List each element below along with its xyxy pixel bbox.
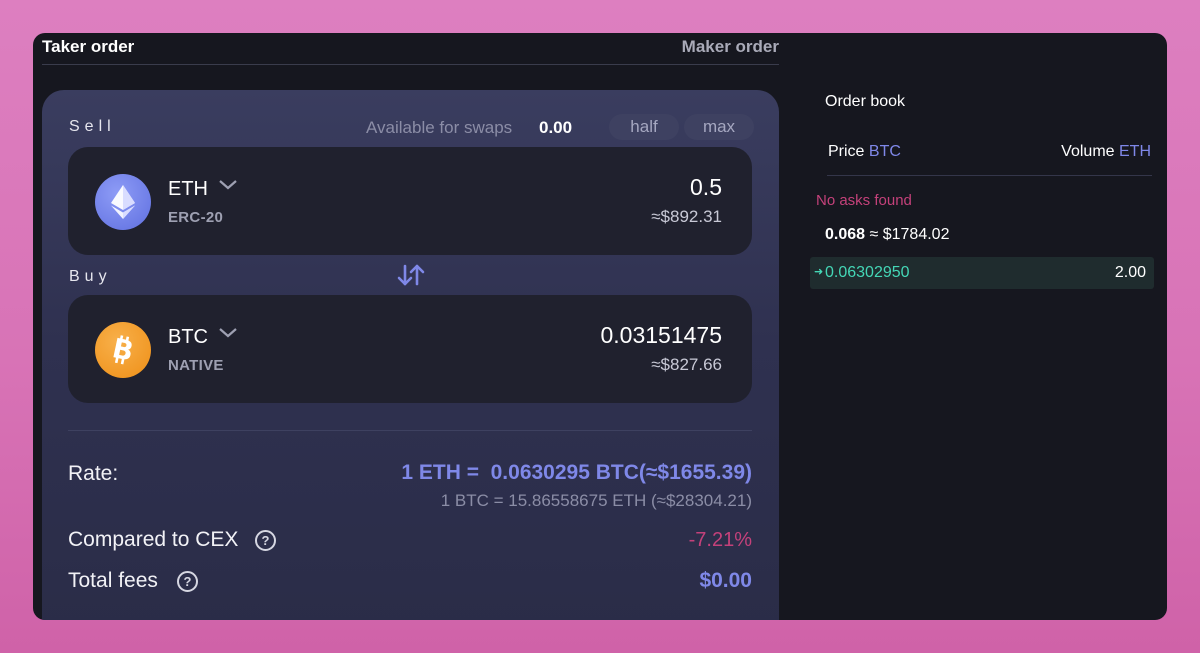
rate-secondary: 1 BTC = 15.86558675 ETH (≈$28304.21) (440, 491, 752, 510)
buy-amount: 0.03151475 (600, 322, 722, 348)
sell-amount-usd: ≈$892.31 (651, 207, 722, 226)
mid-price-value: 0.068 (825, 226, 866, 243)
chevron-down-icon[interactable] (218, 326, 238, 345)
help-icon[interactable]: ? (255, 530, 276, 551)
total-fees-value: $0.00 (699, 569, 752, 592)
buy-asset-ticker[interactable]: BTC (168, 326, 208, 349)
compared-to-cex-label: Compared to CEX (68, 528, 239, 551)
eth-coin-icon (95, 174, 151, 230)
sell-asset-ticker[interactable]: ETH (168, 178, 208, 201)
tab-taker-order[interactable]: Taker order (42, 37, 134, 57)
max-button[interactable]: max (684, 114, 754, 140)
app-window: Taker order Maker order Sell Available f… (33, 33, 1167, 620)
order-book-price-header: Price BTC (828, 143, 901, 161)
half-button[interactable]: half (609, 114, 679, 140)
available-for-swaps-value: 0.00 (539, 118, 573, 137)
volume-header-unit: ETH (1119, 143, 1151, 160)
mid-price-usd: ≈ $1784.02 (869, 226, 950, 243)
volume-header-label: Volume (1061, 143, 1115, 160)
bitcoin-logo-icon: B (110, 333, 137, 367)
order-book-panel: Order book Price BTC Volume ETH No asks … (779, 33, 1167, 620)
sell-asset-box: ETH ERC-20 0.5 ≈$892.31 (68, 147, 752, 255)
sell-asset-network: ERC-20 (168, 209, 224, 226)
order-book-title: Order book (825, 93, 906, 110)
no-asks-message: No asks found (816, 192, 912, 209)
divider (68, 430, 752, 431)
sell-amount-input[interactable]: 0.5 (690, 174, 722, 201)
order-book-divider (827, 175, 1152, 176)
order-book-mid-price: 0.068 ≈ $1784.02 (825, 226, 949, 244)
available-for-swaps-label: Available for swaps (366, 118, 513, 137)
rate-primary: 1 ETH = 0.0630295 BTC(≈$1655.39) (401, 461, 752, 484)
buy-asset-box: B BTC NATIVE 0.03151475 ≈$827.66 (68, 295, 752, 403)
buy-label: Buy (69, 268, 112, 285)
swap-direction-icon[interactable] (396, 262, 426, 288)
arrow-right-icon: ➜ (814, 266, 824, 278)
bid-row[interactable]: ➜ 0.06302950 2.00 (810, 257, 1154, 289)
sell-label: Sell (69, 118, 116, 135)
buy-amount-usd: ≈$827.66 (651, 355, 722, 374)
buy-asset-network: NATIVE (168, 357, 224, 374)
btc-coin-icon: B (95, 322, 151, 378)
chevron-down-icon[interactable] (218, 178, 238, 197)
bid-price: 0.06302950 (825, 264, 910, 281)
order-type-tabs: Taker order Maker order (42, 33, 779, 65)
total-fees-label: Total fees (68, 569, 158, 592)
price-header-unit: BTC (868, 143, 901, 160)
ethereum-logo-icon (111, 185, 135, 219)
help-icon[interactable]: ? (177, 571, 198, 592)
swap-card: Sell Available for swaps 0.00 half max E… (42, 90, 779, 620)
order-book-volume-header: Volume ETH (1061, 143, 1151, 161)
tab-maker-order[interactable]: Maker order (682, 37, 779, 57)
rate-label: Rate: (68, 462, 119, 485)
bid-volume: 2.00 (1114, 264, 1146, 281)
compared-to-cex-value: -7.21% (688, 529, 752, 551)
price-header-label: Price (828, 143, 865, 160)
